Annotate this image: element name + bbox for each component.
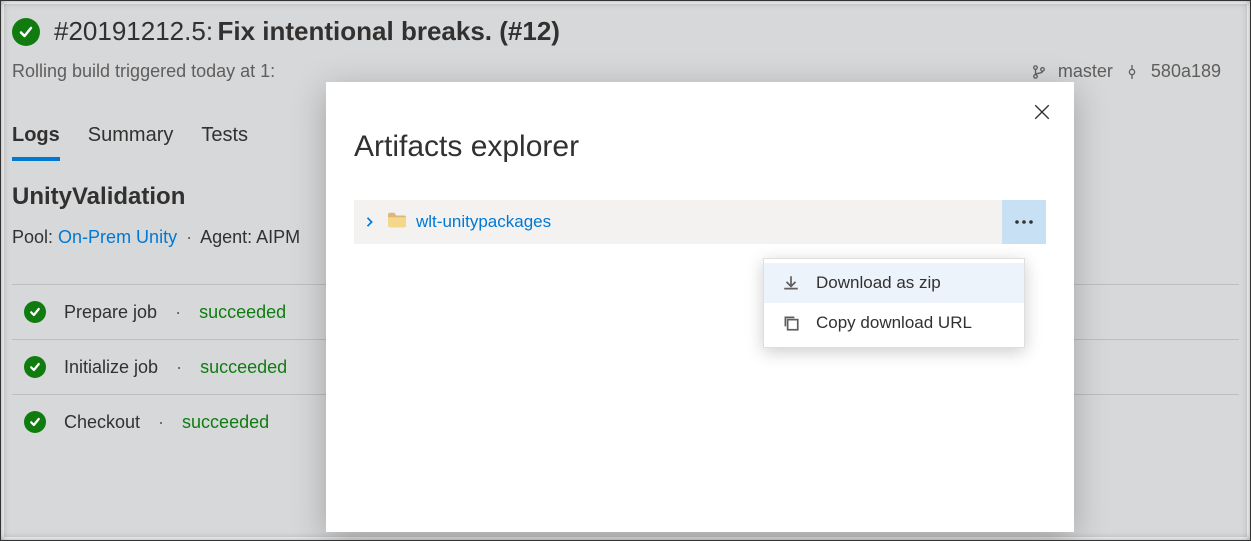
chevron-right-icon[interactable] (362, 217, 378, 227)
artifact-row[interactable]: wlt-unitypackages (354, 200, 1046, 244)
folder-icon (388, 212, 406, 233)
menu-item-label: Download as zip (816, 273, 941, 293)
branch-icon (1032, 64, 1046, 80)
agent-label: Agent: AIPM (200, 227, 300, 247)
build-title: Fix intentional breaks. (#12) (218, 16, 560, 46)
step-status: succeeded (182, 412, 269, 433)
success-check-icon (24, 301, 46, 323)
step-name: Prepare job (64, 302, 157, 323)
build-id: #20191212.5: (54, 16, 213, 46)
success-check-icon (24, 356, 46, 378)
pool-label: Pool: (12, 227, 53, 247)
step-name: Initialize job (64, 357, 158, 378)
commit-icon (1125, 64, 1139, 80)
build-trigger-text: Rolling build triggered today at 1: (12, 61, 275, 82)
context-menu: Download as zip Copy download URL (763, 258, 1025, 348)
menu-copy-url[interactable]: Copy download URL (764, 303, 1024, 343)
tab-logs[interactable]: Logs (12, 124, 60, 161)
download-icon (782, 274, 800, 292)
menu-item-label: Copy download URL (816, 313, 972, 333)
commit-hash[interactable]: 580a189 (1151, 61, 1221, 82)
tab-tests[interactable]: Tests (201, 124, 248, 161)
copy-icon (782, 314, 800, 332)
tab-summary[interactable]: Summary (88, 124, 174, 161)
menu-download-zip[interactable]: Download as zip (764, 263, 1024, 303)
pool-link[interactable]: On-Prem Unity (58, 227, 177, 247)
step-name: Checkout (64, 412, 140, 433)
more-options-button[interactable] (1002, 200, 1046, 244)
step-status: succeeded (199, 302, 286, 323)
success-check-icon (12, 18, 40, 46)
modal-title: Artifacts explorer (354, 130, 1046, 164)
artifact-name[interactable]: wlt-unitypackages (416, 212, 551, 232)
step-status: succeeded (200, 357, 287, 378)
close-button[interactable] (1030, 100, 1054, 124)
branch-name[interactable]: master (1058, 61, 1113, 82)
build-title-row: #20191212.5: Fix intentional breaks. (#1… (12, 16, 1239, 47)
success-check-icon (24, 411, 46, 433)
